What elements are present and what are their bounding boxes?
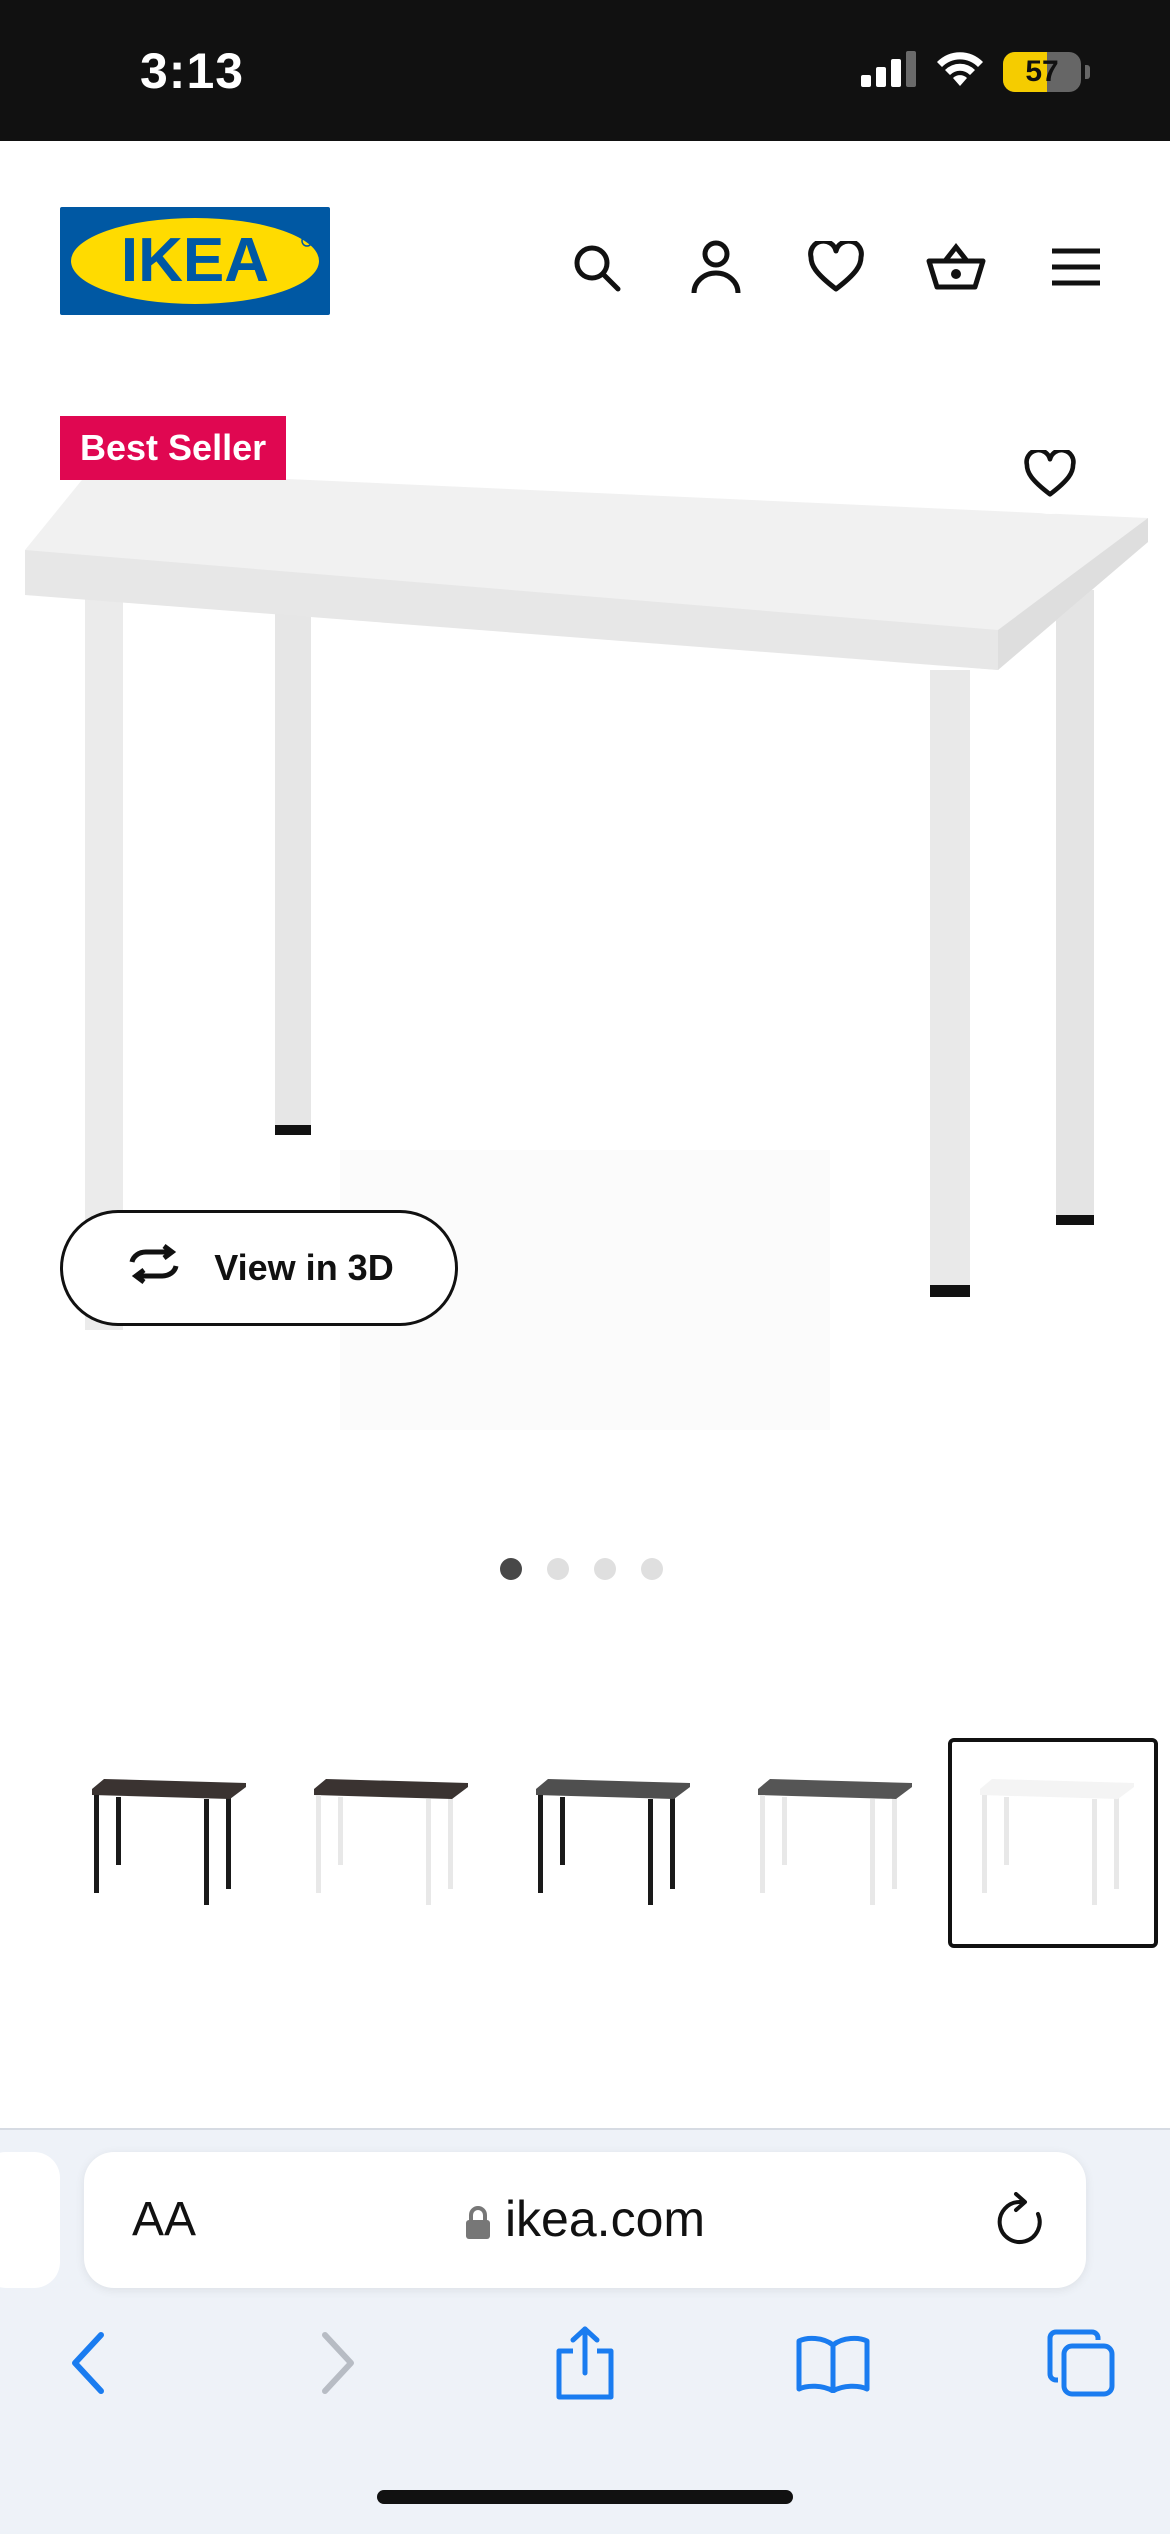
desk-thumbnail-image xyxy=(980,1779,1134,1905)
battery-cap xyxy=(1085,64,1090,79)
color-variant-list xyxy=(60,1738,1158,1948)
status-bar: 3:13 57 xyxy=(0,0,1170,141)
carousel-dot-4[interactable] xyxy=(641,1558,663,1580)
url-text: ikea.com xyxy=(504,2191,706,2247)
account-icon[interactable] xyxy=(680,231,752,303)
desk-thumbnail-image xyxy=(758,1779,912,1905)
image-carousel-dots xyxy=(500,1558,663,1580)
battery-percent: 57 xyxy=(1025,54,1059,88)
battery-icon: 57 xyxy=(1003,51,1081,92)
view-in-3d-label: View in 3D xyxy=(214,1247,394,1288)
tabs-icon[interactable] xyxy=(1036,2318,1126,2408)
variant-thumbnail[interactable] xyxy=(504,1738,714,1948)
address-bar[interactable]: AA ikea.com xyxy=(84,2152,1086,2288)
carousel-dot-2[interactable] xyxy=(547,1558,569,1580)
heart-icon xyxy=(1024,450,1076,497)
desk-thumbnail-image xyxy=(92,1779,246,1905)
carousel-dot-3[interactable] xyxy=(594,1558,616,1580)
menu-icon[interactable] xyxy=(1040,231,1112,303)
search-icon[interactable] xyxy=(560,231,632,303)
variant-thumbnail[interactable] xyxy=(282,1738,492,1948)
lock-icon xyxy=(465,2194,491,2252)
back-icon[interactable] xyxy=(42,2318,132,2408)
ikea-logo[interactable]: IKEA xyxy=(60,207,330,315)
rotate-3d-icon xyxy=(124,1243,184,1293)
status-icons: 57 xyxy=(861,50,1090,93)
home-indicator xyxy=(377,2490,793,2504)
variant-thumbnail[interactable] xyxy=(60,1738,270,1948)
view-in-3d-button[interactable]: View in 3D xyxy=(60,1210,458,1326)
bookmarks-icon[interactable] xyxy=(788,2318,878,2408)
heart-icon[interactable] xyxy=(800,231,872,303)
best-seller-badge: Best Seller xyxy=(60,416,287,480)
cart-icon[interactable] xyxy=(920,231,992,303)
share-icon[interactable] xyxy=(540,2318,630,2408)
site-header: IKEA xyxy=(0,141,1170,381)
desk-thumbnail-image xyxy=(536,1779,690,1905)
wifi-icon xyxy=(935,50,985,93)
header-icons xyxy=(560,231,1112,303)
carousel-dot-1[interactable] xyxy=(500,1558,522,1580)
browser-toolbar xyxy=(0,2318,1170,2408)
add-to-wishlist-button[interactable] xyxy=(1010,434,1090,514)
reload-icon[interactable] xyxy=(994,2192,1046,2253)
variant-thumbnail[interactable] xyxy=(726,1738,936,1948)
variant-thumbnail[interactable] xyxy=(948,1738,1158,1948)
desk-thumbnail-image xyxy=(314,1779,468,1905)
signal-icon xyxy=(861,51,917,92)
logo-text: IKEA xyxy=(121,226,269,295)
previous-tab-preview[interactable] xyxy=(0,2152,60,2288)
forward-icon[interactable] xyxy=(294,2318,384,2408)
url-display[interactable]: ikea.com xyxy=(84,2190,1086,2252)
status-time: 3:13 xyxy=(140,43,245,99)
